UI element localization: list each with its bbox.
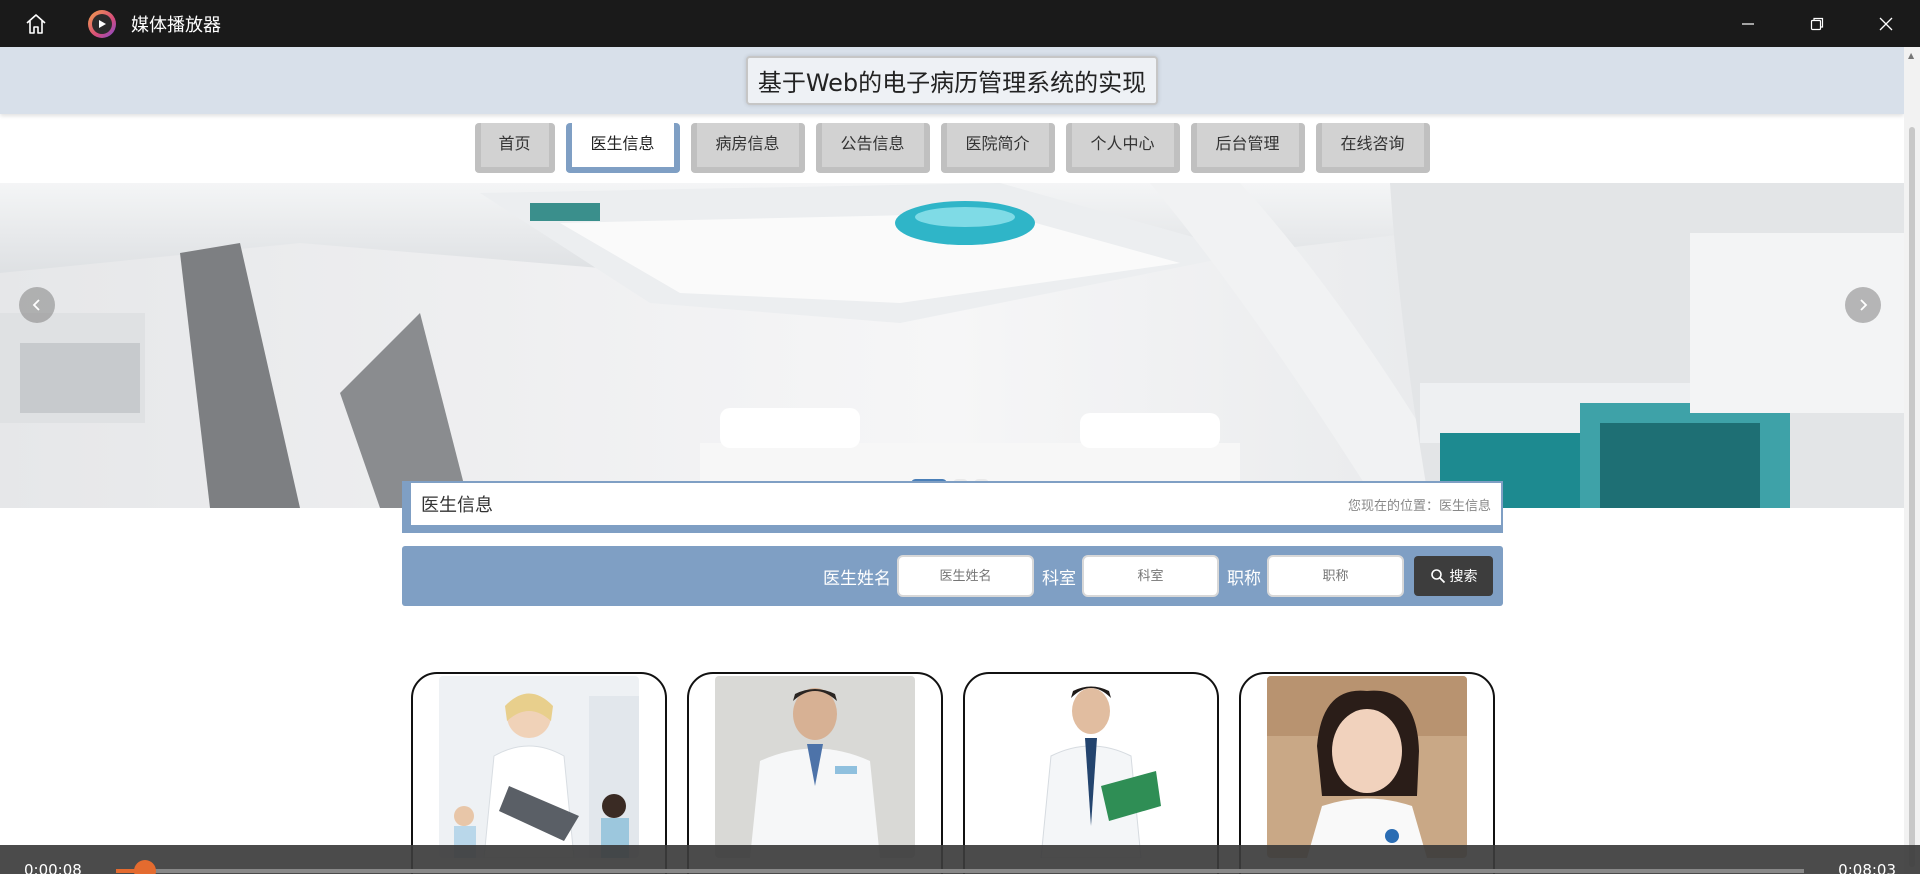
home-button[interactable] <box>0 0 72 47</box>
section-header: 医生信息 您现在的位置：医生信息 <box>402 481 1503 533</box>
home-icon <box>26 13 46 34</box>
title-bar: 媒体播放器 <box>0 0 1920 47</box>
nav-item-home[interactable]: 首页 <box>474 123 555 173</box>
total-time: 0:08:03 <box>1838 861 1896 874</box>
current-time: 0:00:08 <box>24 861 82 874</box>
restore-button[interactable] <box>1782 0 1851 47</box>
doctor-card[interactable] <box>1239 672 1495 874</box>
doctor-photo <box>715 676 915 858</box>
site-header: 基于Web的电子病历管理系统的实现 <box>0 47 1904 114</box>
nav-item-online-consult[interactable]: 在线咨询 <box>1315 123 1430 173</box>
scroll-up-icon: ▲ <box>1908 51 1915 60</box>
search-button-label: 搜索 <box>1449 569 1478 585</box>
search-icon <box>1430 569 1445 584</box>
section-title: 医生信息 <box>421 495 493 516</box>
scrollbar-thumb[interactable] <box>1909 127 1915 867</box>
seek-bar[interactable] <box>116 860 1804 874</box>
nav-item-doctor-info[interactable]: 医生信息 <box>565 123 680 173</box>
doctor-name-input[interactable] <box>897 555 1034 597</box>
nav-item-personal-center[interactable]: 个人中心 <box>1065 123 1180 173</box>
carousel-next-button[interactable] <box>1845 287 1881 323</box>
doctor-card[interactable] <box>687 672 943 874</box>
search-button[interactable]: 搜索 <box>1414 556 1493 596</box>
window-title: 媒体播放器 <box>131 14 221 36</box>
nav-item-admin[interactable]: 后台管理 <box>1190 123 1305 173</box>
page-scrollbar[interactable]: ▲ <box>1904 47 1920 874</box>
nav-item-hospital-intro[interactable]: 医院简介 <box>940 123 1055 173</box>
minimize-icon <box>1741 22 1754 25</box>
close-icon <box>1879 17 1892 30</box>
playback-bar: 0:00:08 0:08:03 <box>0 845 1920 874</box>
search-bar: 医生姓名 科室 职称 搜索 <box>402 546 1503 606</box>
doctor-card[interactable] <box>411 672 667 874</box>
department-input[interactable] <box>1082 555 1219 597</box>
seek-handle[interactable] <box>134 860 156 874</box>
doctor-photo <box>439 676 639 858</box>
doctor-photo <box>991 676 1191 858</box>
site-title: 基于Web的电子病历管理系统的实现 <box>745 56 1159 105</box>
window-controls <box>1713 0 1920 47</box>
media-player-window: 媒体播放器 基于Web的电子病历管理系统的实现 首页 医生信息 病房信息 公告信… <box>0 0 1920 874</box>
job-title-input[interactable] <box>1267 555 1404 597</box>
doctor-photo <box>1267 676 1467 858</box>
doctor-list <box>411 672 1495 874</box>
carousel-prev-button[interactable] <box>19 287 55 323</box>
job-title-label: 职称 <box>1227 568 1261 589</box>
chevron-left-icon <box>32 299 40 311</box>
main-nav: 首页 医生信息 病房信息 公告信息 医院简介 个人中心 后台管理 在线咨询 <box>0 123 1904 183</box>
minimize-button[interactable] <box>1713 0 1782 47</box>
media-player-app-icon <box>88 9 116 38</box>
restore-icon <box>1810 17 1823 30</box>
operating-room-image <box>0 183 1904 508</box>
nav-item-ward-info[interactable]: 病房信息 <box>690 123 805 173</box>
doctor-name-label: 医生姓名 <box>823 568 891 589</box>
close-button[interactable] <box>1851 0 1920 47</box>
nav-item-announcements[interactable]: 公告信息 <box>815 123 930 173</box>
breadcrumb: 您现在的位置：医生信息 <box>1347 498 1491 514</box>
webpage-frame: 基于Web的电子病历管理系统的实现 首页 医生信息 病房信息 公告信息 医院简介… <box>0 47 1904 874</box>
department-label: 科室 <box>1042 568 1076 589</box>
chevron-right-icon <box>1860 299 1868 311</box>
carousel-banner <box>0 183 1904 508</box>
doctor-card[interactable] <box>963 672 1219 874</box>
